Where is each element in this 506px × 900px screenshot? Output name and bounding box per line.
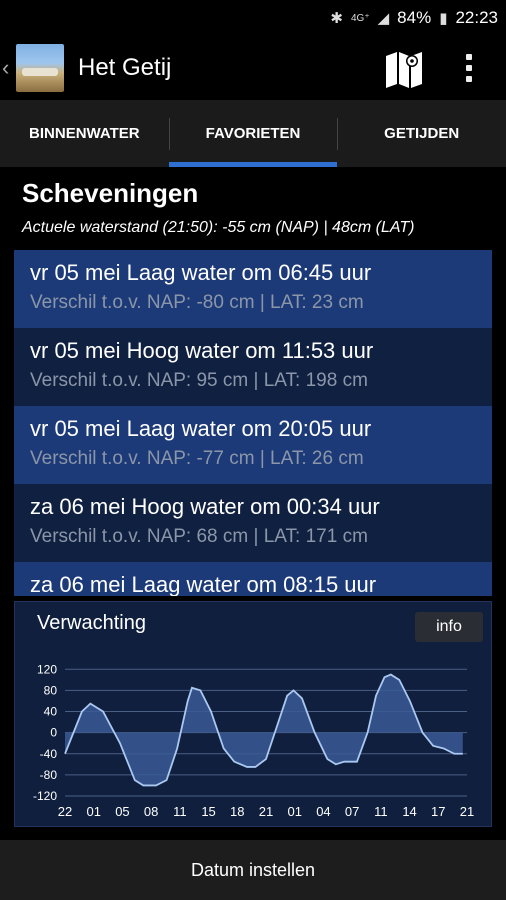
app-bar: ‹ Het Getij	[0, 36, 506, 100]
tide-difference: Verschil t.o.v. NAP: 95 cm | LAT: 198 cm	[30, 370, 368, 391]
tide-difference: Verschil t.o.v. NAP: -77 cm | LAT: 26 cm	[30, 448, 364, 469]
list-item[interactable]: vr 05 mei Hoog water om 11:53 uur Versch…	[14, 328, 492, 406]
forecast-panel: 120 80 40 0 -40 -80 -120 22 01 05 08 11 15 18 21 01 04 07…	[14, 601, 492, 827]
set-date-button[interactable]: Datum instellen	[0, 840, 506, 900]
list-item[interactable]: za 06 mei Laag water om 08:15 uur	[14, 562, 492, 596]
clock: 22:23	[455, 8, 498, 27]
tide-area	[65, 674, 463, 786]
status-bar: ✱ 4G⁺ ◢ 84% ▮ 22:23	[0, 0, 506, 36]
x-tick-label: 17	[431, 804, 445, 819]
app-title: Het Getij	[78, 54, 172, 81]
x-tick-label: 15	[201, 804, 215, 819]
info-button[interactable]: info	[415, 612, 483, 642]
tide-title: vr 05 mei Laag water om 06:45 uur	[30, 260, 372, 285]
x-tick-label: 14	[402, 804, 416, 819]
back-chevron-icon[interactable]: ‹	[2, 55, 12, 81]
x-tick-label: 21	[259, 804, 273, 819]
x-tick-label: 11	[173, 804, 187, 819]
list-item[interactable]: vr 05 mei Laag water om 06:45 uur Versch…	[14, 250, 492, 328]
x-tick-label: 22	[58, 804, 72, 819]
tide-difference: Verschil t.o.v. NAP: -80 cm | LAT: 23 cm	[30, 292, 364, 313]
more-vert-icon	[466, 54, 472, 60]
x-tick-label: 21	[460, 804, 474, 819]
tab-getijden[interactable]: GETIJDEN	[337, 100, 506, 167]
tide-title: za 06 mei Laag water om 08:15 uur	[30, 572, 377, 596]
tide-list[interactable]: vr 05 mei Laag water om 06:45 uur Versch…	[14, 250, 492, 596]
map-icon	[386, 52, 422, 88]
x-tick-label: 05	[115, 804, 129, 819]
tab-favorieten[interactable]: FAVORIETEN	[168, 100, 338, 167]
tab-binnenwater[interactable]: BINNENWATER	[0, 100, 169, 167]
x-tick-label: 04	[316, 804, 330, 819]
x-tick-label: 11	[374, 804, 388, 819]
y-tick-label: 40	[44, 705, 58, 719]
x-tick-label: 08	[144, 804, 158, 819]
app-logo[interactable]	[16, 44, 64, 92]
x-tick-label: 07	[345, 804, 359, 819]
list-item[interactable]: vr 05 mei Laag water om 20:05 uur Versch…	[14, 406, 492, 484]
battery-percentage: 84%	[397, 8, 432, 27]
tide-difference: Verschil t.o.v. NAP: 68 cm | LAT: 171 cm	[30, 526, 368, 547]
tide-title: vr 05 mei Hoog water om 11:53 uur	[30, 338, 374, 363]
bluetooth-icon: ✱	[330, 10, 343, 27]
y-tick-label: 120	[37, 662, 57, 676]
y-tick-label: -40	[40, 747, 58, 761]
location-name: Scheveningen	[22, 178, 199, 208]
x-tick-label: 01	[86, 804, 100, 819]
current-water-level: Actuele waterstand (21:50): -55 cm (NAP)…	[22, 219, 415, 236]
y-tick-label: 80	[44, 683, 58, 697]
4g-icon: 4G⁺	[350, 12, 370, 24]
signal-icon: ◢	[377, 10, 390, 27]
y-tick-label: -80	[40, 768, 58, 782]
forecast-title: Verwachting	[37, 612, 146, 634]
y-tick-label: -120	[33, 789, 57, 803]
x-tick-label: 18	[230, 804, 244, 819]
map-button[interactable]	[378, 42, 430, 94]
y-tick-label: 0	[50, 726, 57, 740]
list-item[interactable]: za 06 mei Hoog water om 00:34 uur Versch…	[14, 484, 492, 562]
x-tick-label: 01	[287, 804, 301, 819]
tide-title: vr 05 mei Laag water om 20:05 uur	[30, 416, 372, 441]
tide-title: za 06 mei Hoog water om 00:34 uur	[30, 494, 380, 519]
battery-icon: ▮	[439, 10, 448, 27]
overflow-menu-button[interactable]	[454, 42, 484, 94]
location-header: Scheveningen Actuele waterstand (21:50):…	[22, 178, 492, 237]
tab-bar: BINNENWATER FAVORIETEN GETIJDEN	[0, 100, 506, 167]
